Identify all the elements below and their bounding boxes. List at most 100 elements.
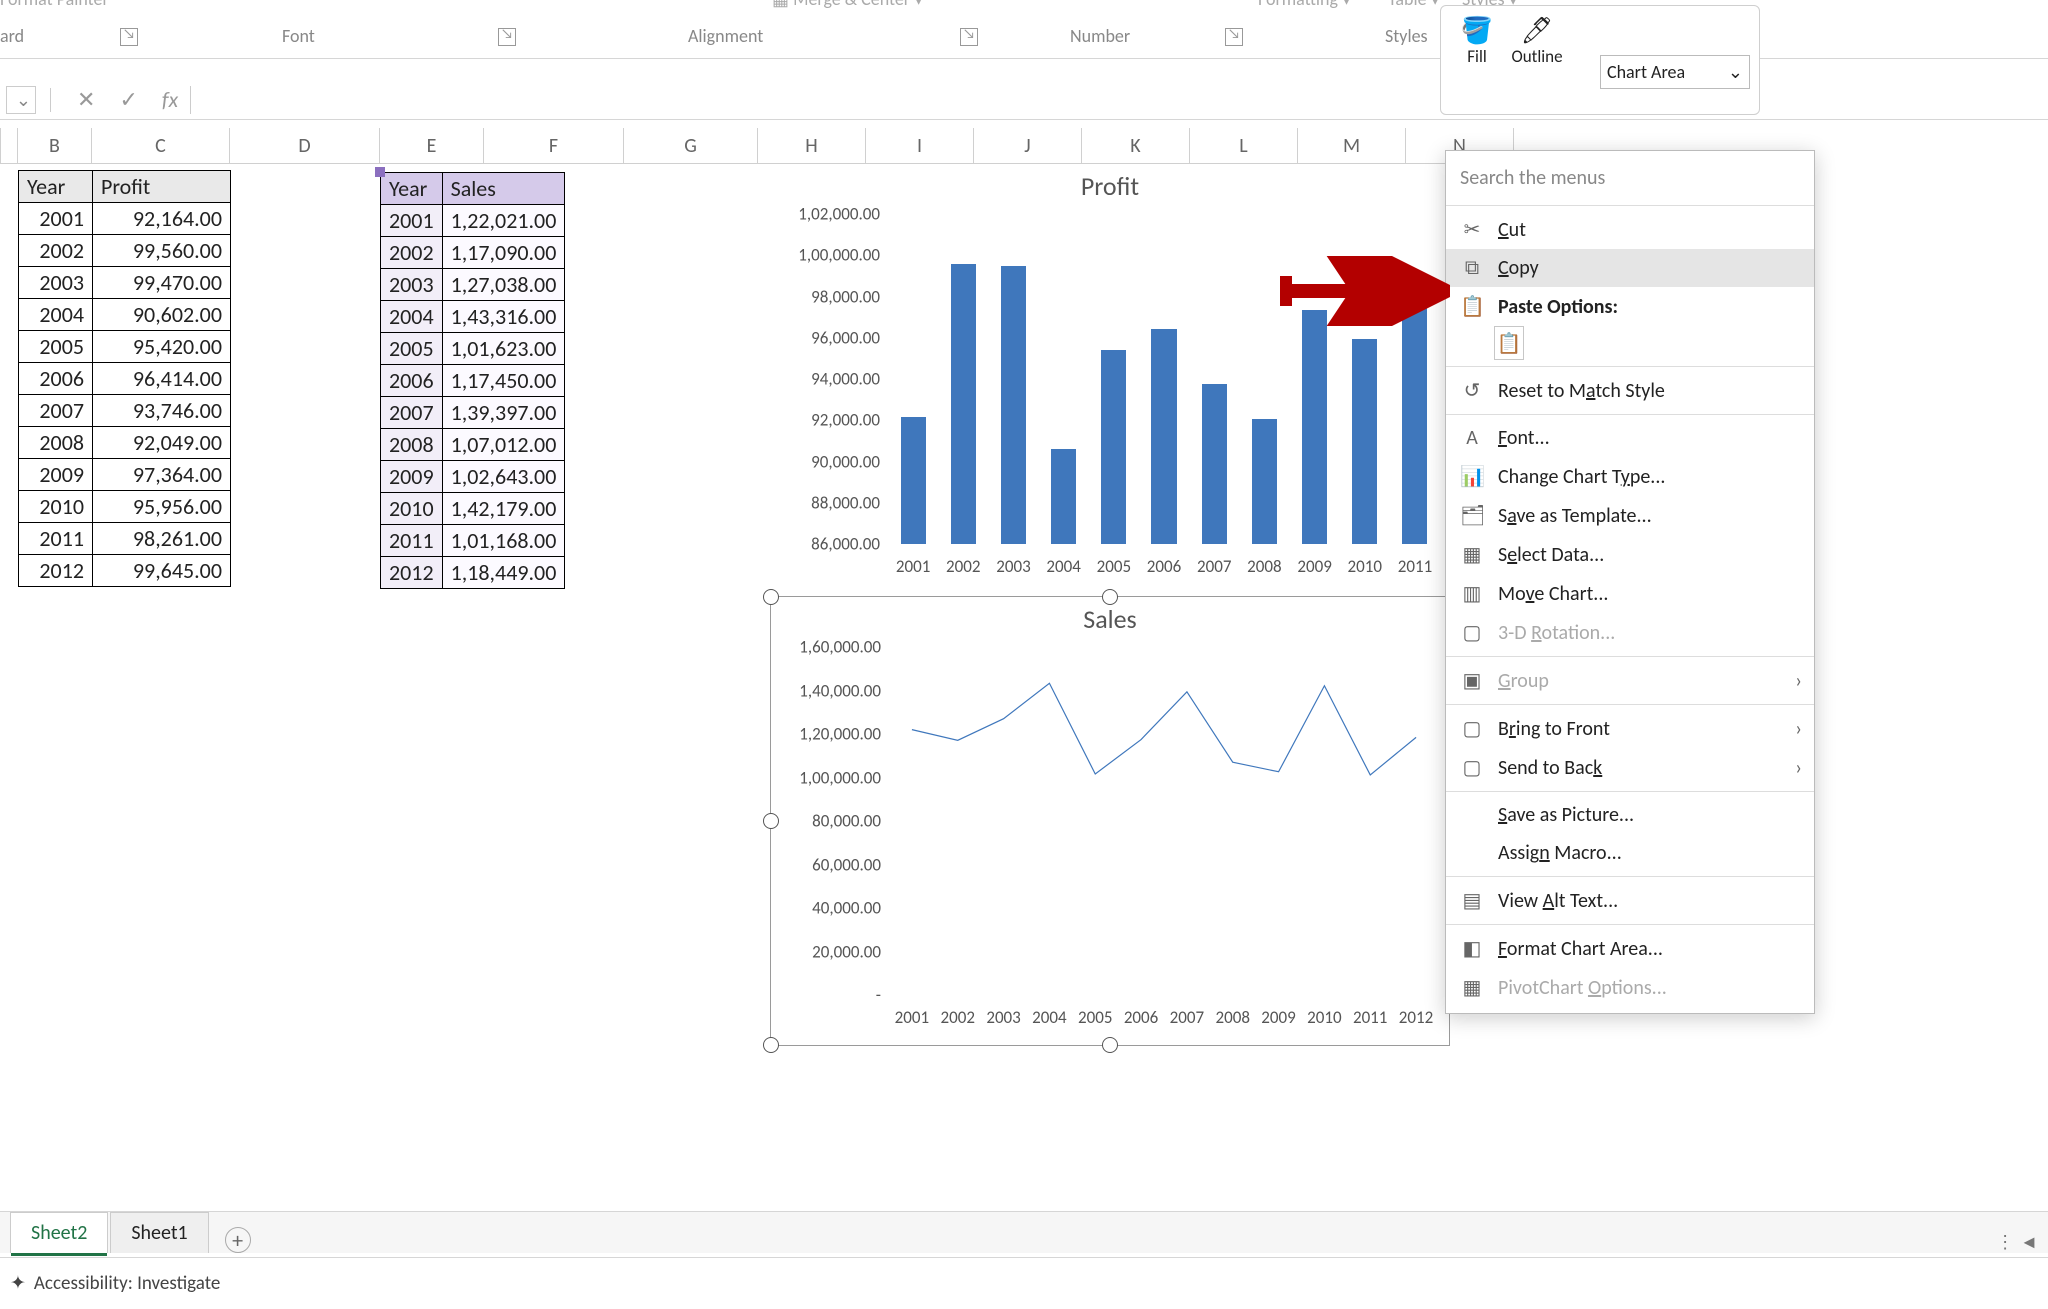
clipboard-launcher-icon[interactable] xyxy=(120,25,138,52)
table-row[interactable]: 200399,470.00 xyxy=(19,267,231,299)
table-row[interactable]: 20051,01,623.00 xyxy=(381,333,565,365)
name-box[interactable]: ⌄ xyxy=(6,86,36,114)
cancel-icon[interactable]: ✕ xyxy=(77,86,95,113)
resize-handle[interactable] xyxy=(1102,1037,1118,1053)
tab-sheet2[interactable]: Sheet2 xyxy=(10,1212,108,1253)
table-row[interactable]: 200696,414.00 xyxy=(19,363,231,395)
menu-save-picture[interactable]: Save as Picture... xyxy=(1446,796,1814,834)
table-row[interactable]: 200997,364.00 xyxy=(19,459,231,491)
col-L[interactable]: L xyxy=(1190,128,1298,164)
menu-send-back[interactable]: ▢ Send to Back › xyxy=(1446,748,1814,787)
accessibility-status[interactable]: Accessibility: Investigate xyxy=(34,1272,220,1295)
chart-area-label: Chart Area xyxy=(1607,61,1685,83)
profit-table[interactable]: YearProfit200192,164.00200299,560.002003… xyxy=(18,170,231,587)
table-row[interactable]: 20071,39,397.00 xyxy=(381,397,565,429)
table-row[interactable]: 201299,645.00 xyxy=(19,555,231,587)
menu-assign-macro[interactable]: Assign Macro... xyxy=(1446,834,1814,872)
table-row[interactable]: 200192,164.00 xyxy=(19,203,231,235)
fill-button[interactable]: 🪣 Fill xyxy=(1447,14,1507,67)
clipboard-icon: 📋 xyxy=(1460,294,1484,319)
table-row[interactable]: 201095,956.00 xyxy=(19,491,231,523)
formula-input[interactable] xyxy=(190,86,2048,114)
sales-plot-area xyxy=(889,647,1439,995)
table-row[interactable]: 200595,420.00 xyxy=(19,331,231,363)
sales-table[interactable]: YearSales20011,22,021.0020021,17,090.002… xyxy=(380,172,565,589)
menu-font[interactable]: A Font... xyxy=(1446,419,1814,457)
menu-cut[interactable]: ✂ Cut xyxy=(1446,210,1814,249)
resize-handle[interactable] xyxy=(763,1037,779,1053)
profit-chart[interactable]: Profit 1,02,000.001,00,000.0098,000.0096… xyxy=(770,164,1450,594)
table-row[interactable]: 20061,17,450.00 xyxy=(381,365,565,397)
table-row[interactable]: 20081,07,012.00 xyxy=(381,429,565,461)
menu-search[interactable]: Search the menus xyxy=(1454,159,1806,197)
resize-handle[interactable] xyxy=(1102,589,1118,605)
group-styles: Styles xyxy=(1385,25,1428,47)
chevron-right-icon: › xyxy=(1795,756,1802,780)
scissors-icon: ✂ xyxy=(1460,217,1484,242)
col-A[interactable] xyxy=(0,128,18,164)
menu-bring-front[interactable]: ▢ Bring to Front › xyxy=(1446,709,1814,748)
tab-menu-icon[interactable]: ⋮ xyxy=(1996,1231,2014,1253)
accessibility-icon[interactable]: ✦ xyxy=(10,1272,26,1295)
table-row[interactable]: 201198,261.00 xyxy=(19,523,231,555)
table-row[interactable]: 20111,01,168.00 xyxy=(381,525,565,557)
table-row[interactable]: 20101,42,179.00 xyxy=(381,493,565,525)
col-C[interactable]: C xyxy=(92,128,230,164)
col-H[interactable]: H xyxy=(758,128,866,164)
table-row[interactable]: 20031,27,038.00 xyxy=(381,269,565,301)
pen-icon: 🖊 xyxy=(1507,14,1567,46)
menu-select-data[interactable]: ▦ Select Data... xyxy=(1446,535,1814,574)
template-icon: 🗂 xyxy=(1460,503,1484,528)
menu-save-template[interactable]: 🗂 Save as Template... xyxy=(1446,496,1814,535)
table-row[interactable]: 20121,18,449.00 xyxy=(381,557,565,589)
format-painter-button[interactable]: Format Painter xyxy=(0,0,109,10)
table-row[interactable]: 200793,746.00 xyxy=(19,395,231,427)
table-row[interactable]: 200892,049.00 xyxy=(19,427,231,459)
merge-center-button[interactable]: ▦ Merge & Center ▾ xyxy=(772,0,923,10)
chart-element-selector[interactable]: Chart Area ⌄ xyxy=(1600,55,1750,89)
menu-alt-text[interactable]: ▤ View Alt Text... xyxy=(1446,881,1814,920)
menu-format-chart-area[interactable]: ◧ Format Chart Area... xyxy=(1446,929,1814,968)
pivot-icon: ▦ xyxy=(1460,975,1484,1000)
font-launcher-icon[interactable] xyxy=(498,25,516,52)
col-G[interactable]: G xyxy=(624,128,758,164)
table-row[interactable]: 200490,602.00 xyxy=(19,299,231,331)
col-M[interactable]: M xyxy=(1298,128,1406,164)
table-row[interactable]: 20091,02,643.00 xyxy=(381,461,565,493)
menu-change-chart-type[interactable]: 📊 Change Chart Type... xyxy=(1446,457,1814,496)
col-D[interactable]: D xyxy=(230,128,380,164)
chart-title: Sales xyxy=(771,603,1449,635)
resize-handle[interactable] xyxy=(763,813,779,829)
paste-button[interactable]: 📋 xyxy=(1494,326,1524,360)
cond-formatting-button[interactable]: Formatting ▾ xyxy=(1258,0,1351,10)
sales-selection[interactable]: YearSales20011,22,021.0020021,17,090.002… xyxy=(378,170,382,174)
col-F[interactable]: F xyxy=(484,128,624,164)
menu-reset-style[interactable]: ↺ Reset to Match Style xyxy=(1446,371,1814,410)
col-J[interactable]: J xyxy=(974,128,1082,164)
add-sheet-button[interactable]: + xyxy=(225,1227,251,1253)
format-table-button[interactable]: Table ▾ xyxy=(1388,0,1440,10)
menu-copy[interactable]: ⧉ Copy xyxy=(1446,249,1814,287)
enter-icon[interactable]: ✓ xyxy=(119,86,137,113)
fx-icon[interactable]: fx xyxy=(162,86,178,113)
group-number: Number xyxy=(1070,25,1130,47)
outline-button[interactable]: 🖊 Outline xyxy=(1507,14,1567,67)
table-row[interactable]: 20041,43,316.00 xyxy=(381,301,565,333)
alignment-launcher-icon[interactable] xyxy=(960,25,978,52)
tab-sheet1[interactable]: Sheet1 xyxy=(110,1212,208,1253)
table-row[interactable]: 200299,560.00 xyxy=(19,235,231,267)
col-E[interactable]: E xyxy=(380,128,484,164)
resize-handle[interactable] xyxy=(763,589,779,605)
chevron-right-icon: › xyxy=(1795,669,1802,693)
col-I[interactable]: I xyxy=(866,128,974,164)
table-row[interactable]: 20021,17,090.00 xyxy=(381,237,565,269)
table-row[interactable]: 20011,22,021.00 xyxy=(381,205,565,237)
scroll-left-icon[interactable]: ◄ xyxy=(2020,1231,2038,1253)
sales-chart[interactable]: Sales 1,60,000.001,40,000.001,20,000.001… xyxy=(770,596,1450,1046)
move-chart-icon: ▥ xyxy=(1460,581,1484,606)
col-B[interactable]: B xyxy=(18,128,92,164)
col-K[interactable]: K xyxy=(1082,128,1190,164)
number-launcher-icon[interactable] xyxy=(1225,25,1243,52)
chevron-right-icon: › xyxy=(1795,717,1802,741)
menu-move-chart[interactable]: ▥ Move Chart... xyxy=(1446,574,1814,613)
